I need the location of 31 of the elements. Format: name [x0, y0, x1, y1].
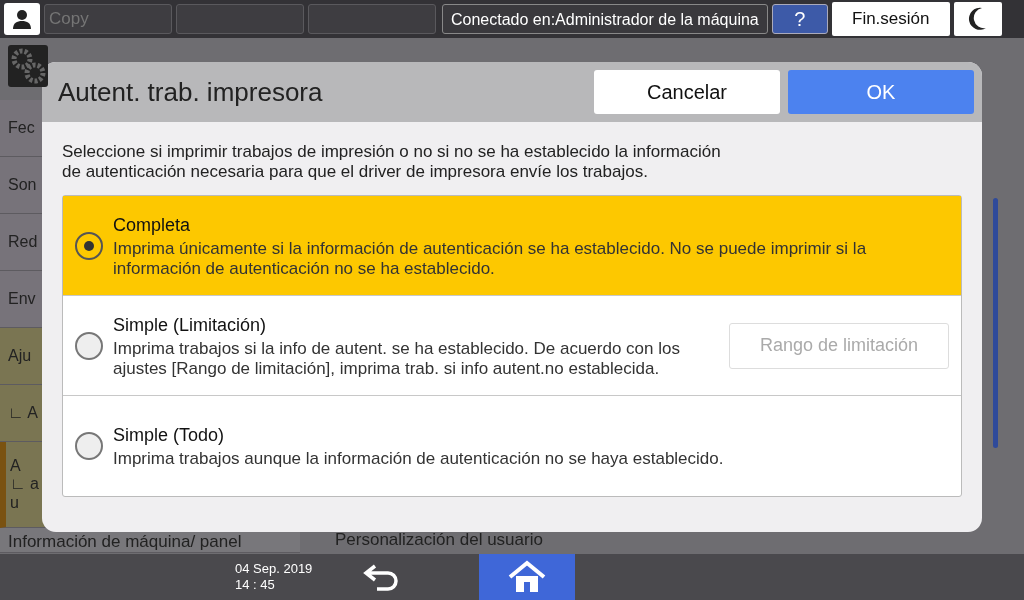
- sidebar-item-text: u: [10, 493, 19, 513]
- option-row[interactable]: Completa Imprima únicamente si la información de autenticación se ha establecido. No se puede imprimir si la información de autenticación no se ha establecido.: [63, 196, 961, 297]
- option-description: Imprima trabajos aunque la información de autenticación no se haya establecido.: [113, 449, 725, 470]
- logout-button[interactable]: Fin.sesión: [831, 2, 950, 36]
- option-description: Imprima únicamente si la información de autenticación se ha establecido. No se puede imprimir si la información de autenticación no se ha establecido.: [113, 238, 868, 280]
- connection-dropdown[interactable]: Conectado en:Administrador de la máquina: [442, 4, 768, 34]
- user-icon[interactable]: [4, 3, 40, 35]
- radio-button[interactable]: [75, 231, 103, 260]
- home-button[interactable]: [479, 554, 575, 600]
- ok-button[interactable]: OK: [788, 70, 974, 114]
- app-field[interactable]: Copy: [44, 4, 172, 34]
- option-row[interactable]: Simple (Todo) Imprima trabajos aunque la información de autenticación no se haya establecido.: [63, 396, 961, 497]
- help-button[interactable]: ?: [771, 4, 828, 34]
- date-text: 04 Sep. 2019: [235, 561, 314, 577]
- radio-button[interactable]: [75, 432, 103, 461]
- sidebar-item-text: A: [10, 456, 21, 476]
- radio-button[interactable]: [75, 331, 103, 360]
- option-title: Simple (Limitación): [113, 313, 268, 337]
- cancel-button[interactable]: Cancelar: [594, 70, 780, 114]
- description-text: Seleccione si imprimir trabajos de impresión o no si no se ha establecido la información de autenticación necesaria para que el driver de impresora envíe los trabajos.: [61, 141, 722, 182]
- empty-field[interactable]: [308, 4, 436, 34]
- option-title: Completa: [113, 213, 192, 237]
- time-text: 14 : 45: [235, 577, 276, 593]
- option-description: Imprima trabajos si la info de autent. se ha establecido. De acuerdo con los ajustes [Rango de limitación], imprima trab. si info autent.no establecida.: [113, 338, 681, 380]
- dialog-title: Autent. trab. impresora: [58, 75, 324, 109]
- moon-icon[interactable]: [953, 2, 1002, 36]
- empty-field[interactable]: [176, 4, 304, 34]
- home-icon: [507, 560, 547, 594]
- gear-icon[interactable]: [8, 45, 48, 87]
- sidebar-item-text: ∟ a: [10, 475, 39, 494]
- option-title: Simple (Todo): [113, 424, 226, 448]
